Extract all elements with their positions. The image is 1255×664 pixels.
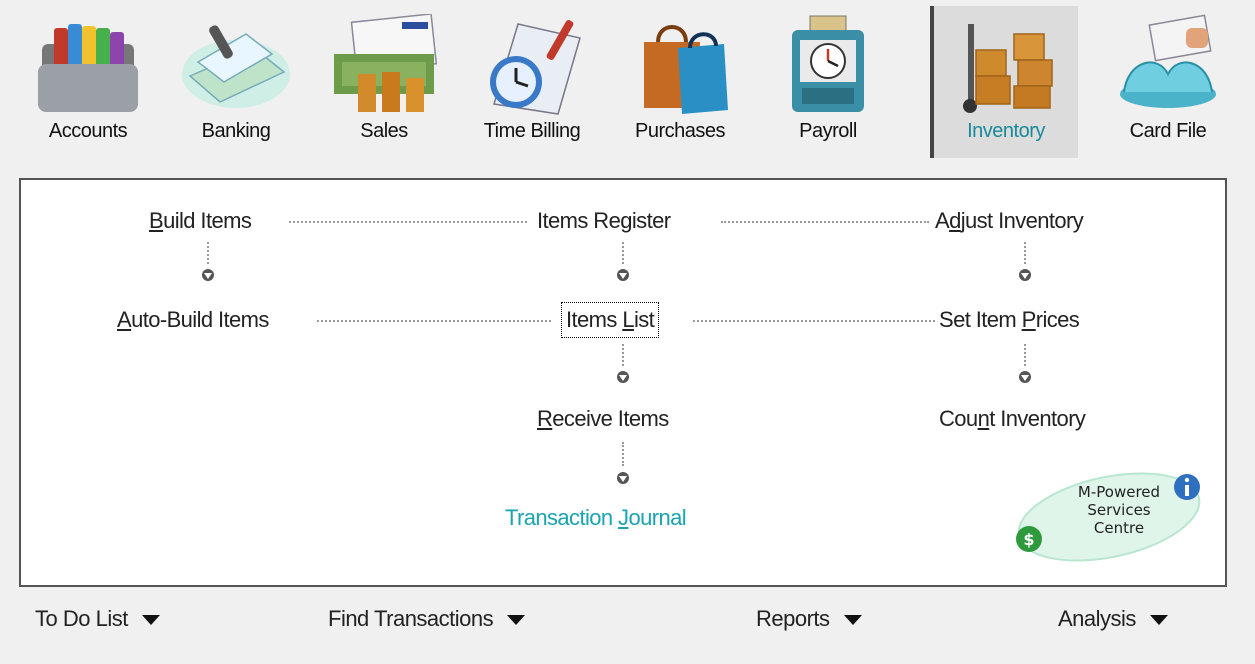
card-file-icon [1120,14,1216,108]
link-mnemonic: R [537,406,553,431]
items-list-link[interactable]: Items List [560,302,660,338]
link-text: just Inventory [960,208,1084,233]
module-purchases[interactable]: Purchases [606,6,754,158]
transaction-journal-link[interactable]: Transaction Journal [505,505,687,531]
reports-dropdown[interactable]: Reports [756,606,862,632]
caret-down-icon [141,615,160,626]
link-text: Items Re [537,208,621,233]
module-label: Banking [201,120,271,142]
caret-down-icon [1149,615,1168,626]
link-text: ournal [628,505,687,530]
link-mnemonic: g [620,208,632,233]
connector [721,221,929,223]
module-label: Card File [1129,120,1207,142]
module-label: Payroll [799,120,857,142]
link-mnemonic: B [149,208,164,233]
module-inventory[interactable]: Inventory [930,6,1078,158]
invoice-money-icon [334,14,438,112]
module-label: Inventory [967,120,1045,142]
flow-arrow-icon [617,371,629,383]
flow-arrow-icon [1019,269,1031,281]
module-label: Accounts [48,120,128,142]
module-label: Time Billing [483,120,581,142]
link-mnemonic: P [1021,307,1037,332]
dropdown-label: To Do List [35,606,128,631]
svg-text:$: $ [1023,530,1034,549]
flow-arrow-icon [202,269,214,281]
find-transactions-dropdown[interactable]: Find Transactions [328,606,526,632]
module-label: Sales [360,120,408,142]
m-powered-line: Centre [1093,519,1145,537]
link-text: A [935,208,950,233]
link-text: uto-Build Items [131,307,269,332]
link-text: ist [633,307,655,332]
items-register-link[interactable]: Items Register [537,208,671,234]
connector [622,242,624,264]
module-card-file[interactable]: Card File [1094,6,1242,158]
adjust-inventory-link[interactable]: Adjust Inventory [935,208,1084,234]
flow-arrow-icon [617,472,629,484]
module-bar: Accounts Banking Sales Time Billing Purc… [14,6,1242,158]
module-accounts[interactable]: Accounts [14,6,162,158]
m-powered-services-button[interactable]: $ M-Powered Services Centre [1009,461,1205,571]
cheque-icon [182,25,290,108]
time-clock-icon [792,15,864,112]
dropdown-label: Find Transactions [328,606,494,631]
link-text: t Inventory [989,406,1086,431]
flow-arrow-icon [617,269,629,281]
module-label: Purchases [635,120,726,142]
caret-down-icon [507,615,526,626]
link-mnemonic: L [622,307,634,332]
caret-down-icon [843,615,862,626]
module-payroll[interactable]: Payroll [754,6,902,158]
analysis-dropdown[interactable]: Analysis [1058,606,1168,632]
link-text: Items [566,307,623,332]
connector [207,242,209,264]
module-sales[interactable]: Sales [310,6,458,158]
connector [1024,344,1026,366]
link-mnemonic: J [618,505,629,530]
link-text: rices [1035,307,1080,332]
dropdown-label: Analysis [1058,606,1136,631]
dropdown-label: Reports [756,606,830,631]
build-items-link[interactable]: Build Items [149,208,252,234]
link-mnemonic: d [949,208,961,233]
bottom-toolbar: To Do List Find Transactions Reports Ana… [0,600,1255,640]
connector [622,442,624,466]
link-text: eceive Items [552,406,669,431]
clock-calendar-icon [490,20,581,115]
connector [317,320,551,322]
m-powered-line: M-Powered [1077,483,1161,501]
hand-truck-boxes-icon [963,24,1053,113]
link-mnemonic: A [117,307,132,332]
link-text: Cou [939,406,978,431]
module-time-billing[interactable]: Time Billing [458,6,606,158]
module-banking[interactable]: Banking [162,6,310,158]
connector [1024,242,1026,264]
link-text: Set Item [939,307,1022,332]
link-text: ister [631,208,671,233]
auto-build-items-link[interactable]: Auto-Build Items [117,307,269,333]
shopping-bags-icon [644,25,728,114]
inventory-command-centre: Build Items Items Register Adjust Invent… [19,178,1227,587]
m-powered-line: Services [1087,501,1151,519]
connector [622,344,624,366]
to-do-list-dropdown[interactable]: To Do List [35,606,160,632]
count-inventory-link[interactable]: Count Inventory [939,406,1086,432]
link-text: Transaction [505,505,619,530]
connector [693,320,935,322]
link-mnemonic: n [977,406,990,431]
flow-arrow-icon [1019,371,1031,383]
link-text: uild Items [163,208,252,233]
m-powered-text: M-Powered Services Centre [1059,483,1179,537]
connector [289,221,527,223]
set-item-prices-link[interactable]: Set Item Prices [939,307,1080,333]
receive-items-link[interactable]: Receive Items [537,406,669,432]
folders-icon [38,24,138,112]
